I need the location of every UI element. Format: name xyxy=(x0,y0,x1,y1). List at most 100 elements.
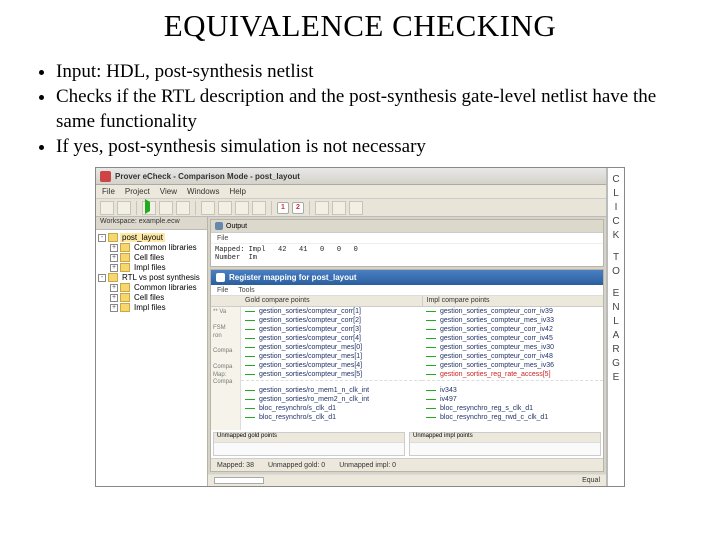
mapping-row[interactable]: iv497 xyxy=(422,395,603,404)
match-indicator-icon xyxy=(245,417,255,418)
menu-file[interactable]: File xyxy=(102,187,115,196)
tree-label: RTL vs post synthesis xyxy=(120,273,202,282)
collapse-icon[interactable]: - xyxy=(98,274,106,282)
workspace-sidebar: Workspace: example.ecw -post_layout +Com… xyxy=(96,217,208,486)
menu-bar: File Project View Windows Help xyxy=(96,185,606,199)
expand-icon[interactable]: + xyxy=(110,284,118,292)
status-unmapped-gold: Unmapped gold: 0 xyxy=(268,462,325,469)
app-screenshot: Prover eCheck - Comparison Mode - post_l… xyxy=(95,167,625,487)
output-text: Mapped: Impl 42 41 0 0 0 Number Im xyxy=(211,244,603,266)
tree-group[interactable]: - RTL vs post synthesis xyxy=(98,273,205,283)
register-menu-file[interactable]: File xyxy=(217,287,228,294)
mapping-row[interactable]: gestion_sorties_compteur_corr_iv48 xyxy=(422,352,603,361)
enlarge-letter: I xyxy=(615,202,618,214)
mapping-row[interactable]: gestion_sorties/ro_mem1_n_clk_int xyxy=(241,386,422,395)
column-gold[interactable]: Gold compare points xyxy=(241,296,423,306)
enlarge-letter: K xyxy=(613,230,620,242)
collapse-icon[interactable]: - xyxy=(98,234,106,242)
match-indicator-icon xyxy=(426,329,436,330)
gutter-label: Compa xyxy=(213,379,238,387)
menu-view[interactable]: View xyxy=(160,187,177,196)
match-indicator-icon xyxy=(426,320,436,321)
mapping-row[interactable]: gestion_sorties/compteur_corr[1] xyxy=(241,307,422,316)
mapping-row[interactable]: gestion_sorties_reg_rate_access[5] xyxy=(422,370,603,379)
match-indicator-icon xyxy=(426,347,436,348)
mapping-row[interactable]: bloc_resynchro/s_clk_d1 xyxy=(241,413,422,422)
mapping-row[interactable]: gestion_sorties_compteur_corr_iv42 xyxy=(422,325,603,334)
tree-label: post_layout xyxy=(120,233,165,242)
toolbar-badge-1[interactable]: 1 xyxy=(277,202,289,214)
toolbar-badge-2[interactable]: 2 xyxy=(292,202,304,214)
expand-icon[interactable]: + xyxy=(110,304,118,312)
click-to-enlarge-label[interactable]: CLICKTOENLARGE xyxy=(606,168,624,486)
mapping-row[interactable]: gestion_sorties/ro_mem2_n_clk_int xyxy=(241,395,422,404)
mapping-row[interactable]: gestion_sorties/compteur_mes[1] xyxy=(241,352,422,361)
mapping-row[interactable]: gestion_sorties_compteur_corr_iv45 xyxy=(422,334,603,343)
row-text: gestion_sorties/compteur_corr[3] xyxy=(259,326,361,333)
menu-windows[interactable]: Windows xyxy=(187,187,219,196)
expand-icon[interactable]: + xyxy=(110,244,118,252)
toolbar-open-icon[interactable] xyxy=(100,201,114,215)
expand-icon[interactable]: + xyxy=(110,264,118,272)
mapping-row[interactable]: gestion_sorties_compteur_corr_iv39 xyxy=(422,307,603,316)
folder-icon xyxy=(120,283,130,292)
match-indicator-icon xyxy=(245,329,255,330)
tree-item[interactable]: + Common libraries xyxy=(98,283,205,293)
toolbar-view2-icon[interactable] xyxy=(332,201,346,215)
column-impl[interactable]: Impl compare points xyxy=(423,296,604,306)
enlarge-letter: G xyxy=(612,358,620,370)
mapping-row[interactable]: gestion_sorties/compteur_corr[2] xyxy=(241,316,422,325)
toolbar-step4-icon[interactable] xyxy=(252,201,266,215)
mapping-row[interactable]: bloc_resynchro/s_clk_d1 xyxy=(241,404,422,413)
gutter-label: Map: xyxy=(213,372,238,380)
toolbar-stop-button[interactable] xyxy=(176,201,190,215)
menu-project[interactable]: Project xyxy=(125,187,150,196)
mapping-row[interactable]: gestion_sorties/compteur_mes[5] xyxy=(241,370,422,379)
enlarge-letter: E xyxy=(613,288,620,300)
mapping-row[interactable]: gestion_sorties_compteur_mes_iv36 xyxy=(422,361,603,370)
row-text: gestion_sorties_compteur_mes_iv33 xyxy=(440,317,554,324)
mapping-row[interactable]: bloc_resynchro_reg_s_clk_d1 xyxy=(422,404,603,413)
register-title: Register mapping for post_layout xyxy=(229,273,357,282)
mapping-row[interactable]: gestion_sorties/compteur_mes[4] xyxy=(241,361,422,370)
output-panel: Output File Mapped: Impl 42 41 0 0 0 Num… xyxy=(210,219,604,267)
row-text: gestion_sorties_compteur_mes_iv30 xyxy=(440,344,554,351)
row-text: gestion_sorties/compteur_corr[1] xyxy=(259,308,361,315)
tree-item[interactable]: +Impl files xyxy=(98,263,205,273)
gutter-label: Compa xyxy=(213,348,238,356)
toolbar-step2-icon[interactable] xyxy=(218,201,232,215)
row-text: gestion_sorties_compteur_corr_iv39 xyxy=(440,308,553,315)
tree-label: Common libraries xyxy=(132,283,199,292)
toolbar-separator xyxy=(195,201,196,215)
mapping-row[interactable]: iv343 xyxy=(422,386,603,395)
row-text: gestion_sorties/compteur_mes[5] xyxy=(259,371,362,378)
toolbar-step1-icon[interactable] xyxy=(201,201,215,215)
toolbar-step3-icon[interactable] xyxy=(235,201,249,215)
toolbar-run-button[interactable] xyxy=(142,201,156,215)
tree-root[interactable]: - post_layout xyxy=(98,233,205,243)
toolbar-pause-icon[interactable] xyxy=(159,201,173,215)
mapping-row[interactable]: gestion_sorties/compteur_corr[3] xyxy=(241,325,422,334)
mapping-row[interactable]: gestion_sorties/compteur_corr[4] xyxy=(241,334,422,343)
mapping-row[interactable]: bloc_resynchro_reg_rwd_c_clk_d1 xyxy=(422,413,603,422)
mapping-row[interactable]: gestion_sorties_compteur_mes_iv33 xyxy=(422,316,603,325)
tree-item[interactable]: +Cell files xyxy=(98,253,205,263)
register-menu-tools[interactable]: Tools xyxy=(238,287,254,294)
mapping-row[interactable]: gestion_sorties_compteur_mes_iv30 xyxy=(422,343,603,352)
folder-icon xyxy=(108,273,118,282)
row-text: gestion_sorties/compteur_mes[1] xyxy=(259,353,362,360)
match-indicator-icon xyxy=(426,399,436,400)
expand-icon[interactable]: + xyxy=(110,294,118,302)
mapping-row[interactable]: gestion_sorties/compteur_mes[0] xyxy=(241,343,422,352)
match-indicator-icon xyxy=(245,356,255,357)
menu-help[interactable]: Help xyxy=(229,187,245,196)
tree-item[interactable]: +Impl files xyxy=(98,303,205,313)
status-equal: Equal xyxy=(582,477,600,484)
toolbar-view3-icon[interactable] xyxy=(349,201,363,215)
tree-item[interactable]: +Common libraries xyxy=(98,243,205,253)
output-menu-file[interactable]: File xyxy=(217,235,228,242)
toolbar-save-icon[interactable] xyxy=(117,201,131,215)
tree-item[interactable]: +Cell files xyxy=(98,293,205,303)
toolbar-view1-icon[interactable] xyxy=(315,201,329,215)
expand-icon[interactable]: + xyxy=(110,254,118,262)
